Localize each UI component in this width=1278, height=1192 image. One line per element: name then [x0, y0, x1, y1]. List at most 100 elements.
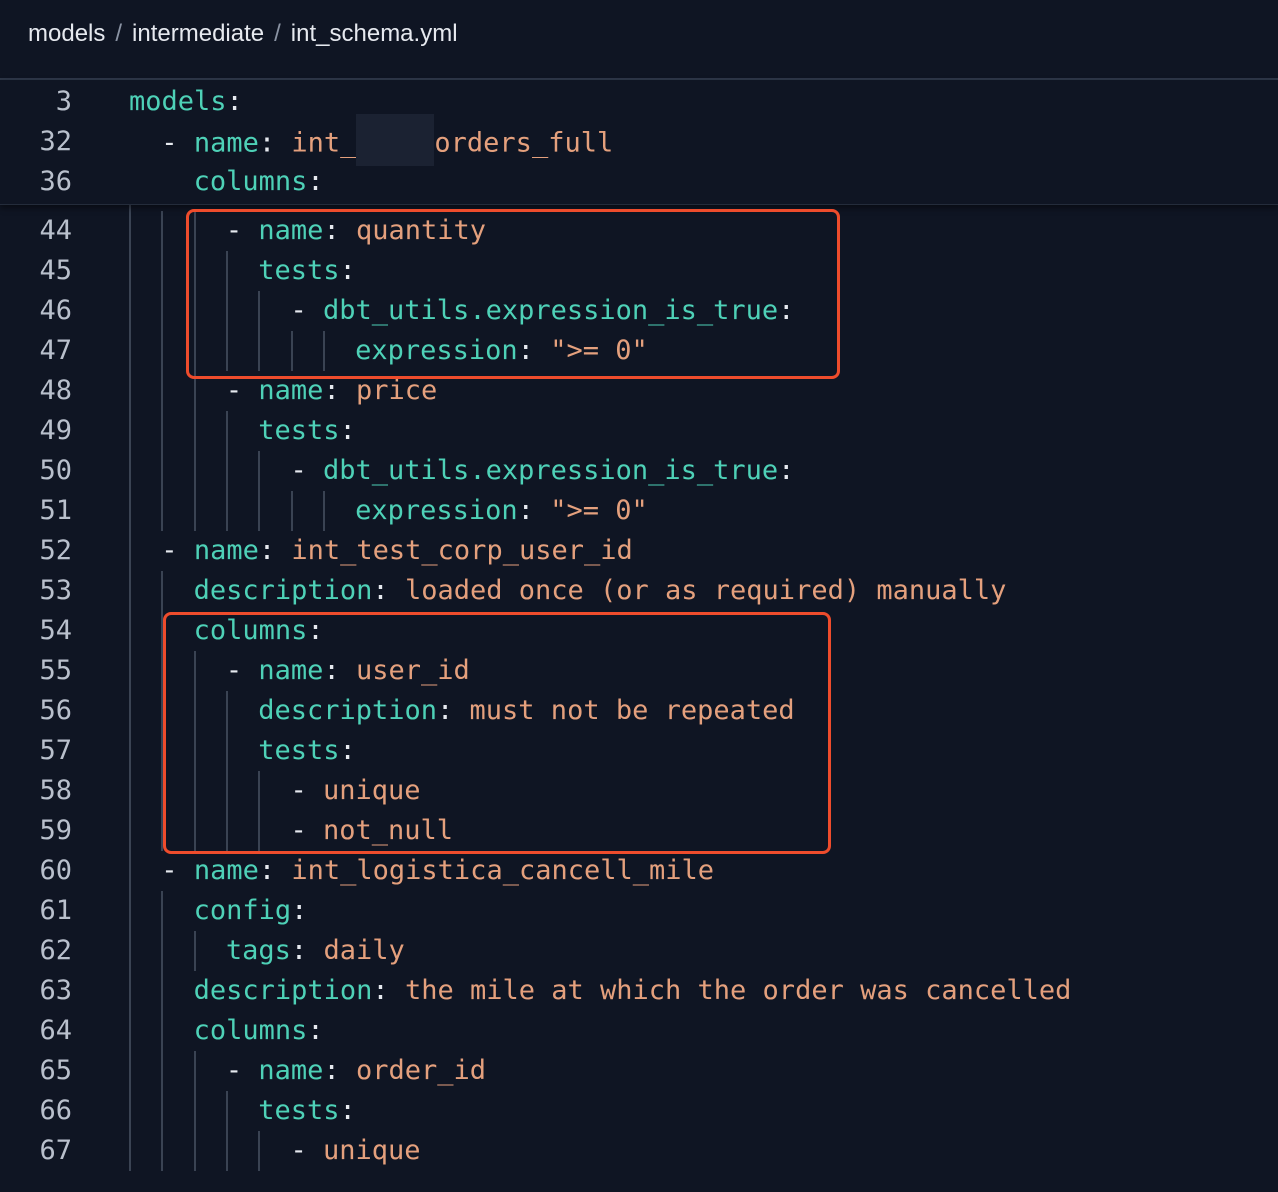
code-line[interactable]: 3 models: [0, 82, 1278, 122]
code-line[interactable]: 52 - name: int_test_corp_user_id [0, 531, 1278, 571]
line-number: 64 [39, 1015, 72, 1046]
code-line[interactable]: 63 description: the mile at which the ord… [0, 971, 1278, 1011]
indent-guide [129, 204, 131, 1171]
breadcrumb: models / intermediate / int_schema.yml [0, 0, 1278, 80]
line-source: columns: [194, 162, 324, 202]
line-source: tags: daily [226, 931, 405, 971]
yaml-key: name [258, 1055, 324, 1086]
highlight-box-user-id-columns [163, 612, 831, 854]
code-line[interactable]: 51 expression: ">= 0" [0, 491, 1278, 531]
sticky-scroll-header: 3 models: 32 - name: int_ orders_full 36 colum… [0, 80, 1278, 205]
yaml-value: the mile at which the order was cancelle… [404, 975, 1072, 1006]
yaml-value: int_ [291, 127, 357, 159]
line-source: description: loaded once (or as required… [194, 571, 1007, 611]
line-number: 47 [39, 335, 72, 366]
yaml-colon: : [323, 375, 340, 406]
breadcrumb-item[interactable]: int_schema.yml [291, 20, 458, 47]
yaml-colon: : [291, 895, 308, 926]
yaml-colon: : [258, 855, 276, 886]
line-source: columns: [194, 1011, 324, 1051]
line-number: 52 [39, 535, 72, 566]
code-line[interactable]: 67 - unique [0, 1131, 1278, 1171]
line-number: 3 [55, 86, 72, 117]
yaml-colon: : [339, 1095, 356, 1126]
line-source: - name: order_id [226, 1051, 486, 1091]
code-line[interactable]: 61 config: [0, 891, 1278, 931]
indent-guide [258, 1131, 261, 1171]
list-dash: - [290, 455, 324, 486]
yaml-key: tests [258, 415, 340, 446]
yaml-colon: : [307, 1015, 324, 1046]
yaml-key: config [193, 895, 292, 926]
yaml-key: description [193, 575, 373, 606]
line-number: 46 [39, 295, 72, 326]
yaml-value: daily [323, 935, 405, 966]
line-number: 50 [39, 455, 72, 486]
line-number: 53 [39, 575, 72, 606]
line-source: expression: ">= 0" [355, 491, 648, 531]
breadcrumb-separator: / [274, 20, 281, 47]
line-source: - dbt_utils.expression_is_true: [291, 451, 795, 491]
code-line[interactable]: 49 tests: [0, 411, 1278, 451]
list-dash: - [225, 1055, 259, 1086]
breadcrumb-item[interactable]: intermediate [132, 20, 264, 47]
yaml-colon: : [372, 575, 389, 606]
yaml-colon: : [258, 127, 276, 159]
line-source: tests: [258, 1091, 356, 1131]
yaml-key: description [193, 975, 373, 1006]
line-number: 66 [39, 1095, 72, 1126]
code-line[interactable]: 65 - name: order_id [0, 1051, 1278, 1091]
indent-guide [161, 891, 164, 1171]
line-source: models: [129, 82, 243, 122]
code-line[interactable]: 36 columns: [0, 162, 1278, 202]
list-dash: - [290, 1135, 324, 1166]
yaml-value: orders_full [434, 127, 614, 159]
yaml-key: dbt_utils.expression_is_true [323, 455, 779, 486]
breadcrumb-item[interactable]: models [28, 20, 105, 47]
yaml-value: ">= 0" [550, 495, 648, 526]
list-dash: - [161, 535, 194, 566]
line-number: 60 [39, 855, 72, 886]
indent-guide [290, 491, 293, 531]
redacted-block [356, 114, 435, 166]
yaml-colon: : [307, 166, 324, 197]
line-number: 36 [39, 166, 72, 197]
code-line[interactable]: 53 description: loaded once (or as requir… [0, 571, 1278, 611]
code-line[interactable]: 60 - name: int_logistica_cancell_mile [0, 851, 1278, 891]
line-number: 59 [39, 815, 72, 846]
line-source: tests: [258, 411, 356, 451]
yaml-key: name [193, 127, 259, 159]
code-line[interactable]: 32 - name: int_ orders_full [0, 114, 1278, 166]
indent-guide [258, 451, 261, 531]
code-line[interactable]: 50 - dbt_utils.expression_is_true: [0, 451, 1278, 491]
list-dash: - [161, 127, 194, 159]
yaml-key: expression [355, 495, 518, 526]
yaml-key: name [193, 855, 259, 886]
yaml-colon: : [258, 535, 276, 566]
line-number: 65 [39, 1055, 72, 1086]
line-number: 57 [39, 735, 72, 766]
yaml-colon: : [778, 455, 795, 486]
line-source: - unique [291, 1131, 421, 1171]
line-number: 49 [39, 415, 72, 446]
indent-guide [193, 1051, 196, 1171]
line-number: 48 [39, 375, 72, 406]
code-line[interactable]: 64 columns: [0, 1011, 1278, 1051]
line-source: - name: int_logistica_cancell_mile [161, 851, 714, 891]
yaml-value: loaded once (or as required) manually [404, 575, 1007, 606]
code-editor[interactable]: 3 models: 32 - name: int_ orders_full 36 colum… [0, 80, 1278, 1192]
yaml-colon: : [517, 495, 534, 526]
yaml-key: name [258, 375, 324, 406]
list-dash: - [161, 855, 194, 886]
code-line[interactable]: 62 tags: daily [0, 931, 1278, 971]
code-line[interactable]: 66 tests: [0, 1091, 1278, 1131]
list-dash: - [225, 375, 259, 406]
yaml-colon: : [323, 1055, 340, 1086]
yaml-value: int_test_corp_user_id [291, 535, 633, 566]
